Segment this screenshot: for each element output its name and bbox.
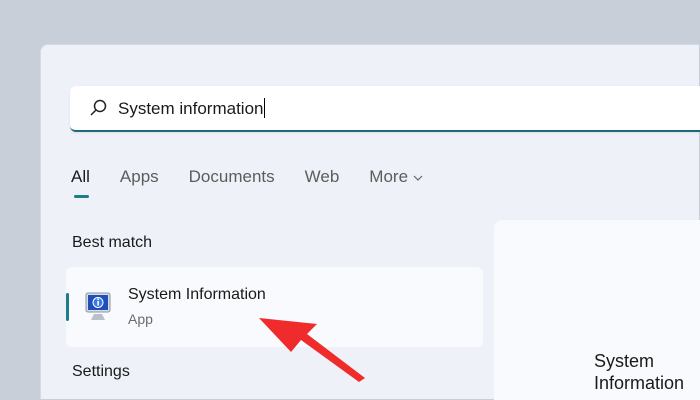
tab-more[interactable]: More bbox=[369, 167, 423, 187]
filter-tabs: All Apps Documents Web More bbox=[71, 167, 453, 198]
search-value[interactable]: System information bbox=[118, 98, 265, 119]
red-arrow-annotation bbox=[259, 318, 365, 382]
text-caret bbox=[263, 98, 265, 118]
preview-title: System Information bbox=[594, 351, 685, 393]
best-match-heading: Best match bbox=[72, 234, 153, 251]
result-title: System Information bbox=[128, 286, 266, 303]
tab-more-label: More bbox=[369, 167, 409, 186]
selection-indicator bbox=[66, 293, 69, 321]
search-icon bbox=[90, 99, 107, 116]
tab-all[interactable]: All bbox=[71, 167, 90, 198]
tab-apps[interactable]: Apps bbox=[120, 167, 159, 187]
chevron-down-icon bbox=[413, 175, 423, 181]
tab-documents[interactable]: Documents bbox=[189, 167, 275, 187]
search-input[interactable]: System information bbox=[70, 86, 700, 132]
system-information-app-icon bbox=[85, 292, 111, 320]
tab-web[interactable]: Web bbox=[305, 167, 340, 187]
preview-pane: System Information bbox=[494, 220, 700, 400]
settings-heading: Settings bbox=[72, 363, 130, 380]
result-subtitle: App bbox=[128, 311, 153, 327]
